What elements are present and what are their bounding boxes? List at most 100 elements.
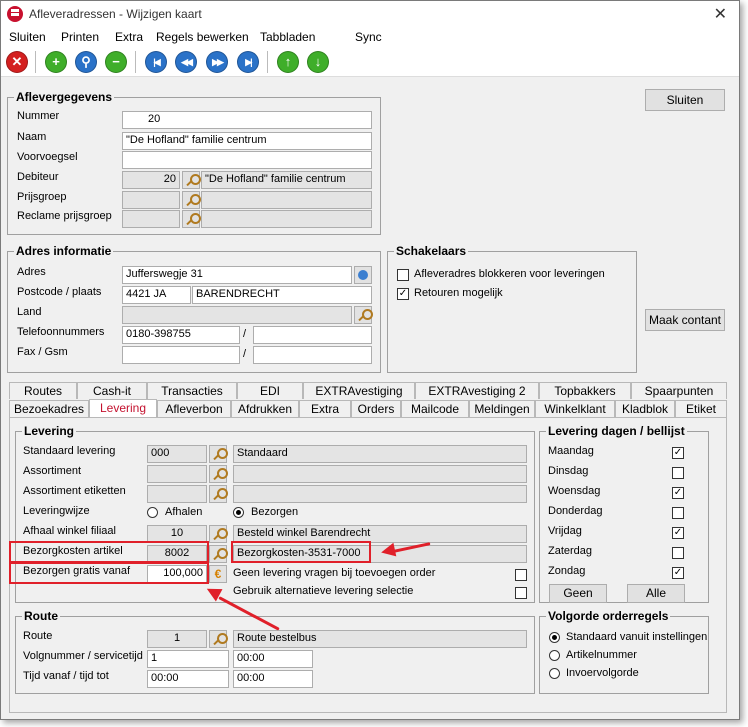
prijsgroep-lookup-icon[interactable] [182,191,201,209]
dinsdag-checkbox[interactable] [672,467,684,479]
zaterdag-checkbox[interactable] [672,547,684,559]
dinsdag-label: Dinsdag [548,465,589,477]
route-code[interactable]: 1 [147,630,207,648]
tab-extravestiging[interactable]: EXTRAvestiging [303,382,415,399]
tab-extra[interactable]: Extra [299,400,351,417]
search-blue-icon[interactable]: ⚲ [75,51,97,73]
land-lookup-icon[interactable] [354,306,373,324]
geen-levering-checkbox[interactable] [515,569,527,581]
servicetijd-field[interactable]: 00:00 [233,650,313,668]
postcode-field[interactable]: 4421 JA [122,286,191,304]
tab-afdrukken[interactable]: Afdrukken [231,400,299,417]
tab-cash-it[interactable]: Cash-it [77,382,147,399]
euro-icon[interactable]: € [209,565,227,583]
tab-transacties[interactable]: Transacties [147,382,237,399]
add-green-icon[interactable]: + [45,51,67,73]
voorvoegsel-field[interactable] [122,151,372,169]
sluiten-button[interactable]: Sluiten [645,89,725,111]
globe-icon[interactable] [354,266,372,284]
land-field[interactable] [122,306,352,324]
geen-button[interactable]: Geen [549,584,607,603]
first-icon[interactable]: |◀ [145,51,167,73]
retouren-checkbox[interactable]: ✓ [397,288,409,300]
tab-extravestiging-2[interactable]: EXTRAvestiging 2 [415,382,539,399]
blokkeren-checkbox[interactable] [397,269,409,281]
annotation-box-bezorgkosten-naam [231,541,371,563]
reclame-lookup-icon[interactable] [182,210,201,228]
menu-printen[interactable]: Printen [61,30,99,44]
menu-extra[interactable]: Extra [115,30,143,44]
woensdag-checkbox[interactable]: ✓ [672,487,684,499]
tab-etiket[interactable]: Etiket [675,400,727,417]
assortiment-etiketten-code[interactable] [147,485,207,503]
tab-levering[interactable]: Levering [89,399,157,418]
donderdag-checkbox[interactable] [672,507,684,519]
tab-routes[interactable]: Routes [9,382,77,399]
naam-field[interactable]: "De Hofland" familie centrum [122,132,372,150]
vrijdag-checkbox[interactable]: ✓ [672,527,684,539]
assortiment-etiketten-lookup-icon[interactable] [209,485,228,503]
maandag-checkbox[interactable]: ✓ [672,447,684,459]
standaard-levering-code[interactable]: 000 [147,445,207,463]
alle-button[interactable]: Alle [627,584,685,603]
afhalen-radio[interactable] [147,507,158,518]
artikelnummer-radio[interactable] [549,650,560,661]
up-icon[interactable]: ↑ [277,51,299,73]
nummer-field[interactable]: 20 [122,111,372,129]
assortiment-code[interactable] [147,465,207,483]
close-red-icon[interactable]: ✕ [6,51,28,73]
previous-icon[interactable]: ◀◀ [175,51,197,73]
tijd-tot-field[interactable]: 00:00 [233,670,313,688]
window-title: Afleveradressen - Wijzigen kaart [29,7,202,21]
standaard-levering-naam: Standaard [233,445,527,463]
assortiment-lookup-icon[interactable] [209,465,228,483]
tab-kladblok[interactable]: Kladblok [615,400,675,417]
alternatief-checkbox[interactable] [515,587,527,599]
tab-edi[interactable]: EDI [237,382,303,399]
vrijdag-label: Vrijdag [548,525,582,537]
zondag-checkbox[interactable]: ✓ [672,567,684,579]
tab-winkelklant[interactable]: Winkelklant [535,400,615,417]
menu-sync[interactable]: Sync [355,30,382,44]
menu-tabbladen[interactable]: Tabbladen [260,30,315,44]
down-icon[interactable]: ↓ [307,51,329,73]
telefoon2-field[interactable] [253,326,372,344]
prijsgroep-code-field[interactable] [122,191,180,209]
gsm-field[interactable] [253,346,372,364]
menu-regels-bewerken[interactable]: Regels bewerken [156,30,249,44]
standaard-levering-label: Standaard levering [23,445,116,457]
fax-field[interactable] [122,346,240,364]
volgnummer-field[interactable]: 1 [147,650,229,668]
tab-meldingen[interactable]: Meldingen [469,400,535,417]
maak-contant-button[interactable]: Maak contant [645,309,725,331]
tab-afleverbon[interactable]: Afleverbon [157,400,231,417]
telefoon1-field[interactable]: 0180-398755 [122,326,240,344]
tab-orders[interactable]: Orders [351,400,401,417]
adres-field[interactable]: Jufferswegje 31 [122,266,352,284]
prijsgroep-label: Prijsgroep [17,191,67,203]
remove-green-icon[interactable]: − [105,51,127,73]
standaard-lookup-icon[interactable] [209,445,228,463]
window-close-icon[interactable]: ✕ [714,4,727,24]
afhaal-lookup-icon[interactable] [209,525,228,543]
toolbar-separator [35,51,36,73]
tab-bezoekadres[interactable]: Bezoekadres [9,400,89,417]
tab-spaarpunten[interactable]: Spaarpunten [631,382,727,399]
tijd-vanaf-field[interactable]: 00:00 [147,670,229,688]
blokkeren-label: Afleveradres blokkeren voor leveringen [414,268,605,280]
tab-topbakkers[interactable]: Topbakkers [539,382,631,399]
tab-mailcode[interactable]: Mailcode [401,400,469,417]
debiteur-lookup-icon[interactable] [182,171,201,189]
bezorgen-radio[interactable] [233,507,244,518]
standaard-radio[interactable] [549,632,560,643]
plaats-field[interactable]: BARENDRECHT [192,286,372,304]
bezorgkosten-lookup-icon[interactable] [209,545,228,563]
next-icon[interactable]: ▶▶ [206,51,228,73]
menu-sluiten[interactable]: Sluiten [9,30,46,44]
last-icon[interactable]: ▶| [237,51,259,73]
debiteur-code-field[interactable]: 20 [122,171,180,189]
assortiment-etiketten-naam [233,485,527,503]
invoervolgorde-radio[interactable] [549,668,560,679]
route-lookup-icon[interactable] [209,630,228,648]
reclame-code-field[interactable] [122,210,180,228]
